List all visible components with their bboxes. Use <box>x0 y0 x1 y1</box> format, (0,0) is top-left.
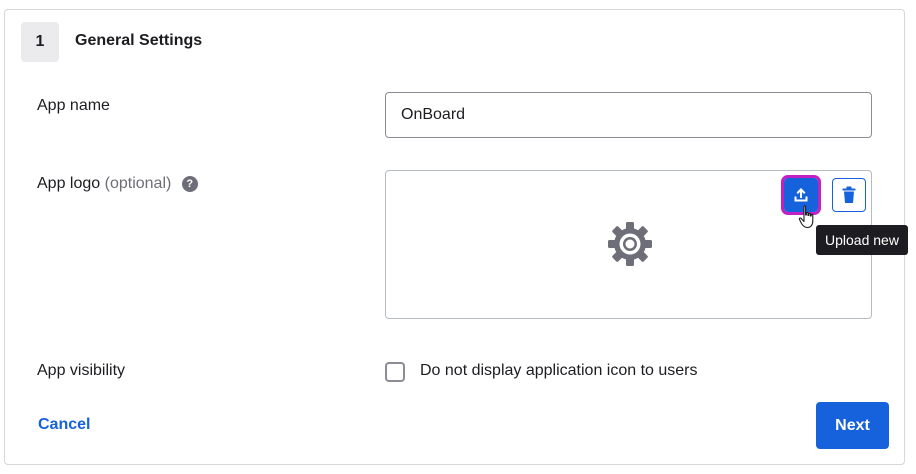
optional-label: (optional) <box>104 175 172 192</box>
section-title: General Settings <box>75 32 203 49</box>
delete-logo-button[interactable] <box>832 178 866 212</box>
app-logo-dropzone <box>385 170 872 319</box>
step-number-badge: 1 <box>21 22 59 62</box>
trash-icon <box>842 186 856 203</box>
gear-icon <box>608 222 652 266</box>
app-logo-label: App logo <box>37 175 101 192</box>
upload-icon <box>794 188 808 202</box>
app-name-input[interactable] <box>385 92 872 138</box>
app-visibility-label: App visibility <box>37 362 126 379</box>
question-circle-icon[interactable]: ? <box>181 176 198 192</box>
app-logo-label-group: App logo (optional) ? <box>37 175 198 193</box>
hide-icon-checkbox[interactable] <box>385 362 405 382</box>
next-button[interactable]: Next <box>816 402 889 449</box>
upload-tooltip: Upload new <box>816 225 908 255</box>
cancel-button[interactable]: Cancel <box>38 416 90 434</box>
app-name-label: App name <box>37 97 110 114</box>
hand-pointer-cursor-icon <box>798 205 814 229</box>
hide-icon-checkbox-label[interactable]: Do not display application icon to users <box>420 362 698 380</box>
